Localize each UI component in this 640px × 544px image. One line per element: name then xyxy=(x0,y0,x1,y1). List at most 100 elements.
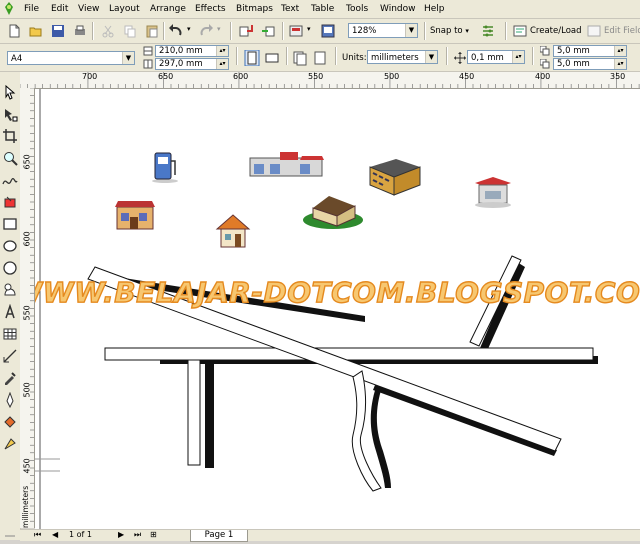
standard-toolbar: ▾ ▾ ▾ 128% ▼ Snap to ▾ Create/Load Edit … xyxy=(0,19,640,44)
house-icon[interactable] xyxy=(215,214,251,248)
print-icon[interactable] xyxy=(72,23,88,39)
ruler-v-label: 450 xyxy=(22,458,32,474)
welcome-screen-icon[interactable] xyxy=(320,23,336,39)
horizontal-ruler[interactable]: 700 650 600 550 500 450 400 350 xyxy=(20,72,640,89)
menu-file[interactable]: File xyxy=(24,3,39,15)
current-page-icon[interactable] xyxy=(312,50,328,66)
gas-pump-icon[interactable] xyxy=(152,152,178,183)
units-value: millimeters xyxy=(371,53,419,63)
application-launcher-icon[interactable] xyxy=(288,23,304,39)
all-pages-icon[interactable] xyxy=(292,50,308,66)
menu-edit[interactable]: Edit xyxy=(51,3,68,15)
edit-fields-icon[interactable] xyxy=(586,23,602,39)
redo-icon[interactable] xyxy=(198,23,214,39)
chevron-down-icon[interactable]: ▼ xyxy=(122,52,134,64)
menu-help[interactable]: Help xyxy=(424,3,445,15)
spin-icon[interactable]: ▴▾ xyxy=(512,51,524,63)
menu-table[interactable]: Table xyxy=(311,3,334,15)
spin-icon[interactable]: ▴▾ xyxy=(614,59,626,69)
ruler-h-label: 350 xyxy=(610,72,626,81)
menu-arrange[interactable]: Arrange xyxy=(150,3,186,15)
road-vertical-left xyxy=(187,359,201,466)
coreldraw-logo-icon xyxy=(5,2,13,15)
fill-tool-icon[interactable] xyxy=(2,414,18,430)
paste-icon[interactable] xyxy=(144,23,160,39)
toolbox-grip-icon[interactable] xyxy=(2,528,18,544)
gas-station-icon[interactable] xyxy=(475,177,511,208)
options-icon[interactable] xyxy=(480,23,496,39)
shape-tool-icon[interactable] xyxy=(2,106,18,122)
eyedropper-tool-icon[interactable] xyxy=(2,370,18,386)
freehand-tool-icon[interactable] xyxy=(2,172,18,188)
landscape-orientation-icon[interactable] xyxy=(264,50,280,66)
ruler-h-label: 400 xyxy=(535,72,551,81)
nudge-distance-field[interactable]: 0,1 mm ▴▾ xyxy=(467,50,525,64)
duplicate-distance-y-field[interactable]: 5,0 mm ▴▾ xyxy=(553,58,627,70)
shop-building-icon[interactable] xyxy=(249,152,324,177)
spin-icon[interactable]: ▴▾ xyxy=(216,46,228,56)
new-document-icon[interactable] xyxy=(6,23,22,39)
copy-icon[interactable] xyxy=(122,23,138,39)
create-load-icon[interactable] xyxy=(512,23,528,39)
width-icon xyxy=(143,46,153,56)
next-page-icon[interactable]: ▶ xyxy=(118,530,124,539)
snap-to-dropdown[interactable]: Snap to ▾ xyxy=(430,26,469,36)
interactive-fill-tool-icon[interactable] xyxy=(2,436,18,452)
menu-window[interactable]: Window xyxy=(380,3,416,15)
last-page-icon[interactable]: ⏭ xyxy=(134,530,141,540)
create-load-button[interactable]: Create/Load xyxy=(530,26,582,36)
menu-layout[interactable]: Layout xyxy=(109,3,140,15)
crop-tool-icon[interactable] xyxy=(2,128,18,144)
menu-text[interactable]: Text xyxy=(281,3,299,15)
import-icon[interactable] xyxy=(238,23,254,39)
nudge-offset-icon xyxy=(454,52,466,64)
chevron-down-icon[interactable]: ▼ xyxy=(425,51,437,63)
add-page-icon[interactable]: ⊞ xyxy=(150,530,157,539)
text-tool-icon[interactable] xyxy=(2,304,18,320)
first-page-icon[interactable]: ⏮ xyxy=(34,530,41,540)
cut-icon[interactable] xyxy=(100,23,116,39)
undo-icon[interactable] xyxy=(168,23,184,39)
zoom-tool-icon[interactable] xyxy=(2,150,18,166)
launcher-dropdown-icon[interactable]: ▾ xyxy=(307,25,311,33)
tab-page-1[interactable]: Page 1 xyxy=(190,530,248,542)
vertical-ruler[interactable]: 650 600 550 500 450 millimeters xyxy=(20,88,35,528)
save-icon[interactable] xyxy=(50,23,66,39)
page-width-field[interactable]: 210,0 mm ▴▾ xyxy=(155,45,229,57)
open-folder-icon[interactable] xyxy=(28,23,44,39)
rectangle-tool-icon[interactable] xyxy=(2,216,18,232)
redo-dropdown-icon[interactable]: ▾ xyxy=(217,25,221,33)
portrait-orientation-icon[interactable] xyxy=(244,50,260,66)
smart-fill-tool-icon[interactable] xyxy=(2,194,18,210)
villa-icon[interactable] xyxy=(303,196,363,229)
menu-effects[interactable]: Effects xyxy=(195,3,226,15)
outline-pen-tool-icon[interactable] xyxy=(2,392,18,408)
office-building-icon[interactable] xyxy=(369,159,421,196)
page-height-value: 297,0 mm xyxy=(159,59,203,69)
dimension-tool-icon[interactable] xyxy=(2,348,18,364)
table-tool-icon[interactable] xyxy=(2,326,18,342)
edit-fields-button[interactable]: Edit Fields xyxy=(604,26,640,36)
menu-view[interactable]: View xyxy=(78,3,99,15)
export-icon[interactable] xyxy=(260,23,276,39)
drawing-canvas[interactable]: WWW.BELAJAR-DOTCOM.BLOGSPOT.COM xyxy=(35,89,640,529)
zoom-level-field[interactable]: 128% ▼ xyxy=(348,23,418,38)
duplicate-distance-x-field[interactable]: 5,0 mm ▴▾ xyxy=(553,45,627,57)
page-height-field[interactable]: 297,0 mm ▴▾ xyxy=(155,58,229,70)
menu-bar: File Edit View Layout Arrange Effects Bi… xyxy=(0,0,640,19)
basic-shapes-tool-icon[interactable] xyxy=(2,282,18,298)
pick-tool-icon[interactable] xyxy=(2,84,18,100)
spin-icon[interactable]: ▴▾ xyxy=(216,59,228,69)
ellipse-tool-icon[interactable] xyxy=(2,238,18,254)
polygon-tool-icon[interactable] xyxy=(2,260,18,276)
undo-dropdown-icon[interactable]: ▾ xyxy=(187,25,191,33)
previous-page-icon[interactable]: ◀ xyxy=(52,530,58,539)
ruler-h-label: 700 xyxy=(82,72,98,81)
units-select[interactable]: millimeters ▼ xyxy=(367,50,438,64)
paper-size-select[interactable]: A4 ▼ xyxy=(7,51,135,65)
menu-bitmaps[interactable]: Bitmaps xyxy=(236,3,273,15)
store-icon[interactable] xyxy=(115,201,155,230)
menu-tools[interactable]: Tools xyxy=(346,3,368,15)
spin-icon[interactable]: ▴▾ xyxy=(614,46,626,56)
chevron-down-icon[interactable]: ▼ xyxy=(405,24,417,37)
